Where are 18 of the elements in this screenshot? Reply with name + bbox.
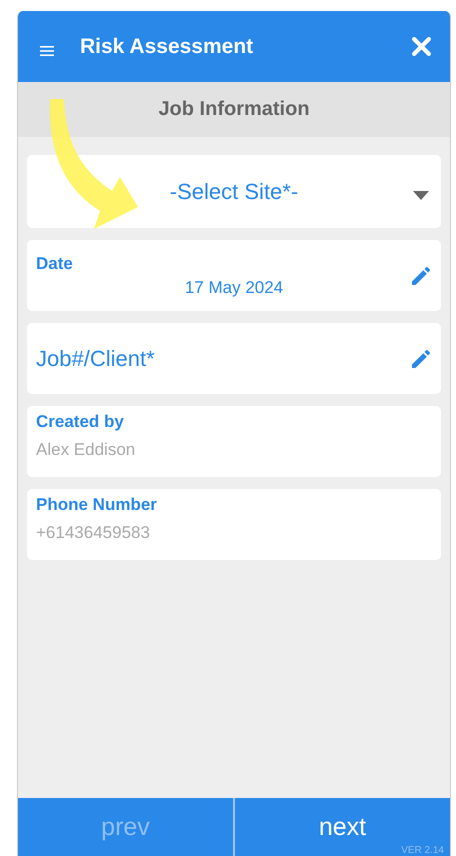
caret-icon: [413, 191, 429, 200]
pencil-icon[interactable]: [409, 264, 433, 288]
screen-title: Risk Assessment: [80, 34, 254, 58]
field-label: Date: [36, 254, 74, 274]
field-value: +61436459583: [36, 523, 151, 543]
field-label: Phone Number: [36, 495, 158, 515]
section-title: Job Information: [158, 98, 310, 121]
version-label: VER 2.14: [401, 845, 444, 856]
field-placeholder: Job#/Client*: [36, 346, 156, 372]
menu-icon[interactable]: [40, 44, 54, 56]
field-value: Alex Eddison: [36, 440, 136, 460]
close-icon[interactable]: [411, 36, 432, 57]
input-field[interactable]: Job#/Client*: [27, 323, 441, 394]
field-value: 17 May 2024: [184, 278, 284, 298]
pencil-icon[interactable]: [409, 347, 433, 371]
input-field[interactable]: Date 17 May 2024: [27, 240, 441, 311]
site-select[interactable]: -Select Site*-: [27, 155, 441, 228]
field-label: Created by: [36, 412, 125, 432]
